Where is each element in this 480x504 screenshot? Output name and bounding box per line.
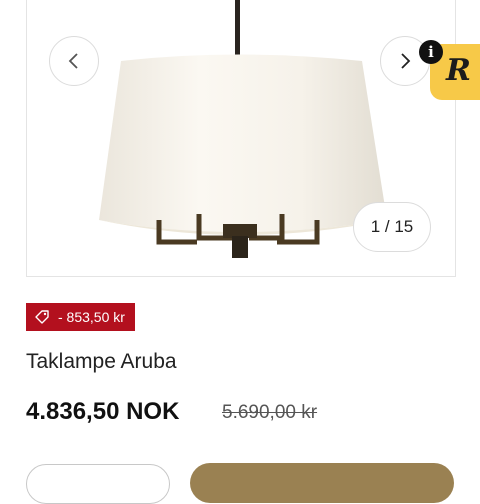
product-title: Taklampe Aruba xyxy=(26,350,177,373)
discount-label: - 853,50 kr xyxy=(58,309,125,325)
image-counter: 1 / 15 xyxy=(353,202,431,252)
previous-image-button[interactable] xyxy=(49,36,99,86)
discount-badge: - 853,50 kr xyxy=(26,303,135,331)
price-tag-icon xyxy=(35,310,49,324)
chevron-right-icon xyxy=(401,53,411,69)
chevron-left-icon xyxy=(68,53,78,69)
info-icon[interactable]: i xyxy=(419,40,443,64)
original-price: 5.690,00 kr xyxy=(222,402,318,423)
extension-logo-letter: R xyxy=(446,53,471,88)
add-to-cart-button[interactable] xyxy=(190,463,454,503)
product-price: 4.836,50 NOK xyxy=(26,398,180,425)
quantity-selector[interactable] xyxy=(26,464,170,504)
product-image-gallery[interactable]: 1 / 15 xyxy=(26,0,456,277)
